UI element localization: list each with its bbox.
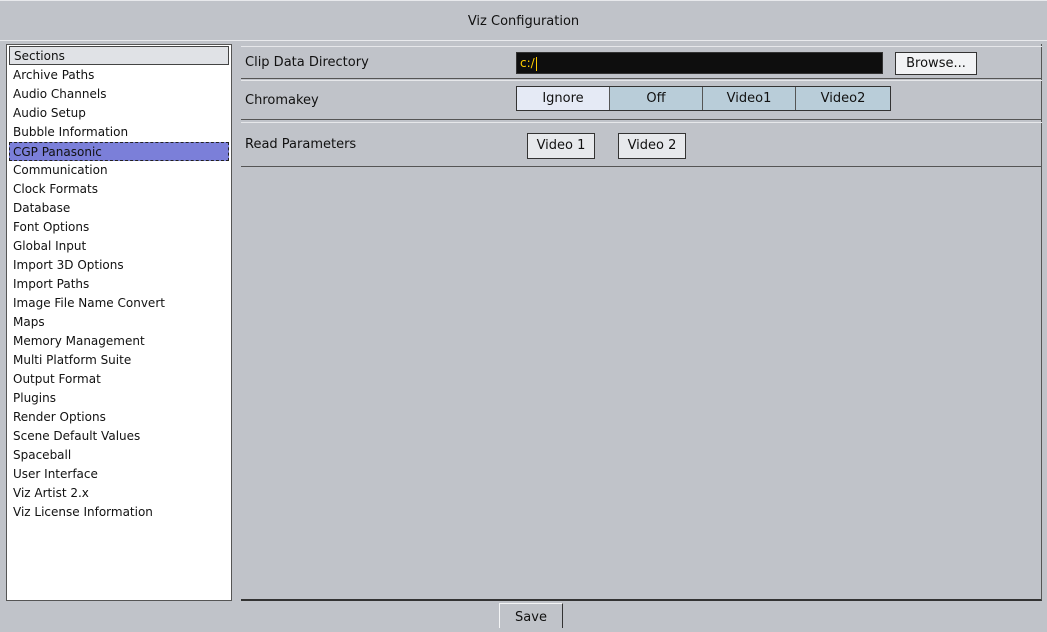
sidebar-item-import-3d-options[interactable]: Import 3D Options xyxy=(7,256,231,275)
browse-button[interactable]: Browse... xyxy=(895,52,977,75)
sidebar-item-scene-default-values[interactable]: Scene Default Values xyxy=(7,427,231,446)
save-button[interactable]: Save xyxy=(499,603,563,628)
sections-header[interactable]: Sections xyxy=(9,46,229,65)
sidebar-item-render-options[interactable]: Render Options xyxy=(7,408,231,427)
read-video-1-button[interactable]: Video 1 xyxy=(527,133,595,159)
chromakey-option-video1[interactable]: Video1 xyxy=(703,87,796,110)
sidebar-item-database[interactable]: Database xyxy=(7,199,231,218)
chromakey-option-video2[interactable]: Video2 xyxy=(796,87,890,110)
sections-sidebar: Sections Archive Paths Audio Channels Au… xyxy=(6,44,232,601)
sidebar-item-spaceball[interactable]: Spaceball xyxy=(7,446,231,465)
clip-data-directory-row: Clip Data Directory c:/ Browse... xyxy=(241,46,1042,79)
sidebar-item-communication[interactable]: Communication xyxy=(7,161,231,180)
clip-data-directory-input[interactable]: c:/ xyxy=(516,52,883,74)
sidebar-item-cgp-panasonic[interactable]: CGP Panasonic xyxy=(9,142,229,161)
sidebar-item-global-input[interactable]: Global Input xyxy=(7,237,231,256)
sidebar-item-multi-platform-suite[interactable]: Multi Platform Suite xyxy=(7,351,231,370)
chromakey-row: Chromakey Ignore Off Video1 Video2 xyxy=(241,80,1042,120)
clip-data-directory-value: c:/ xyxy=(520,56,535,70)
sidebar-item-maps[interactable]: Maps xyxy=(7,313,231,332)
text-cursor xyxy=(535,56,537,71)
read-parameters-row: Read Parameters Video 1 Video 2 xyxy=(241,122,1042,167)
sidebar-item-user-interface[interactable]: User Interface xyxy=(7,465,231,484)
title-bar: Viz Configuration xyxy=(0,0,1047,41)
sidebar-item-output-format[interactable]: Output Format xyxy=(7,370,231,389)
settings-panel: Clip Data Directory c:/ Browse... Chroma… xyxy=(241,44,1042,601)
clip-data-directory-label: Clip Data Directory xyxy=(245,55,369,70)
sidebar-item-viz-artist-2x[interactable]: Viz Artist 2.x xyxy=(7,484,231,503)
read-video-2-button[interactable]: Video 2 xyxy=(618,133,686,159)
title-divider xyxy=(0,40,1047,41)
sidebar-item-bubble-information[interactable]: Bubble Information xyxy=(7,123,231,142)
read-parameters-label: Read Parameters xyxy=(245,137,357,152)
sidebar-item-audio-setup[interactable]: Audio Setup xyxy=(7,104,231,123)
chromakey-segmented-control: Ignore Off Video1 Video2 xyxy=(516,86,891,111)
chromakey-label: Chromakey xyxy=(245,93,319,108)
sidebar-item-plugins[interactable]: Plugins xyxy=(7,389,231,408)
sidebar-item-image-file-name-convert[interactable]: Image File Name Convert xyxy=(7,294,231,313)
sidebar-item-archive-paths[interactable]: Archive Paths xyxy=(7,66,231,85)
sections-list: Archive Paths Audio Channels Audio Setup… xyxy=(7,66,231,522)
chromakey-option-ignore[interactable]: Ignore xyxy=(517,87,610,110)
window-title: Viz Configuration xyxy=(467,13,580,29)
sidebar-item-viz-license-information[interactable]: Viz License Information xyxy=(7,503,231,522)
chromakey-option-off[interactable]: Off xyxy=(610,87,703,110)
sidebar-item-clock-formats[interactable]: Clock Formats xyxy=(7,180,231,199)
sidebar-item-font-options[interactable]: Font Options xyxy=(7,218,231,237)
sidebar-item-memory-management[interactable]: Memory Management xyxy=(7,332,231,351)
sidebar-item-audio-channels[interactable]: Audio Channels xyxy=(7,85,231,104)
sidebar-item-import-paths[interactable]: Import Paths xyxy=(7,275,231,294)
